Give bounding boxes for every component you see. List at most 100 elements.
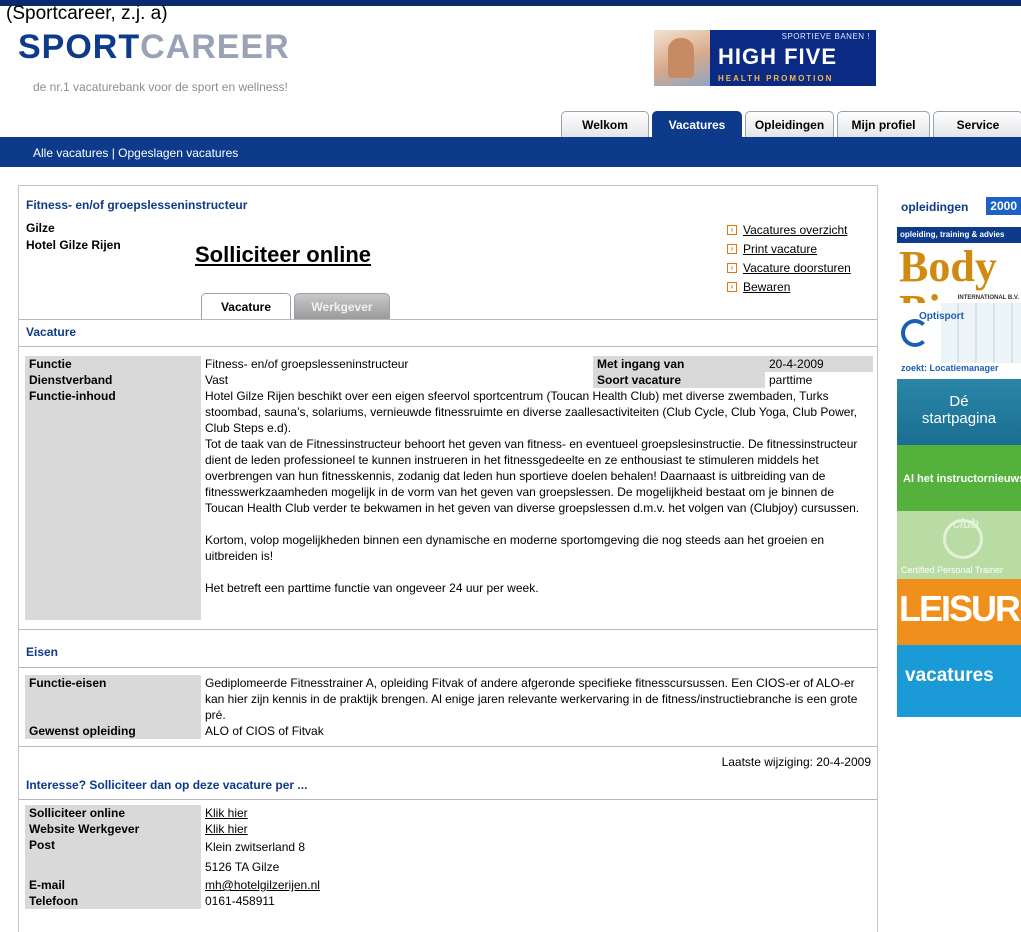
website-werkgever-link[interactable]: Klik hier [205,822,248,836]
value-dienstverband: Vast [205,373,229,387]
ad-label: Certified Personal Trainer [901,565,1004,575]
label-dienstverband: Dienstverband [25,372,201,388]
ad-body-biz[interactable]: Body Biz INTERNATIONAL B.V. [897,243,1021,303]
inhoud-paragraph-4: Het betreft een parttime functie van ong… [205,581,539,595]
inhoud-paragraph-2: Tot de taak van de Fitnessinstructeur be… [205,437,860,515]
banner-sub-text: HEALTH PROMOTION [718,74,834,83]
tab-welkom[interactable]: Welkom [561,111,649,137]
vacancy-place: Gilze [26,221,55,235]
label-functie: Functie [25,356,201,372]
ad-opleiding-training[interactable]: opleiding, training & advies [897,227,1021,243]
sub-navigation: Alle vacatures | Opgeslagen vacatures [0,137,1021,167]
tab-mijn-profiel[interactable]: Mijn profiel [837,111,930,137]
nav-opgeslagen-vacatures[interactable]: Opgeslagen vacatures [118,146,238,160]
subtab-vacature[interactable]: Vacature [201,293,291,319]
action-bewaren[interactable]: › Bewaren [727,277,851,296]
ad-certified-personal-trainer[interactable]: club Certified Personal Trainer [897,511,1021,579]
value-telefoon: 0161-458911 [205,894,275,908]
ad-label: Al het instructornieuws? [903,473,1021,485]
banner-top-text: SPORTIEVE BANEN ! [781,32,870,41]
solliciteer-online-link[interactable]: Klik hier [205,806,248,820]
table-row: Telefoon 0161-458911 [25,893,873,909]
logo-part-sport: SPORT [18,28,141,66]
logo-part-career: CAREER [140,28,290,66]
vacancy-subtabs: Vacature Werkgever [201,293,390,319]
person-figure-icon [668,38,694,78]
value-met-ingang: 20-4-2009 [765,356,873,372]
subtab-werkgever[interactable]: Werkgever [294,293,390,319]
ad-instructornieuws[interactable]: Al het instructornieuws? [897,445,1021,511]
citation-text: (Sportcareer, z.j. a) [6,3,168,24]
table-row: Functie-inhoud Hotel Gilze Rijen beschik… [25,388,873,620]
vacancy-actions: › Vacatures overzicht › Print vacature › Va… [727,220,851,296]
value-gewenst-opleiding: ALO of CIOS of Fitvak [205,724,324,738]
ad-opleidingen-2000[interactable]: opleidingen 2000 [897,185,1021,227]
table-row: Dienstverband Vast Soort vacature partti… [25,372,873,388]
apply-online-link[interactable]: Solliciteer online [195,242,371,268]
tab-vacatures[interactable]: Vacatures [652,111,742,137]
table-row: Functie-eisen Gediplomeerde Fitnesstrain… [25,675,873,723]
label-solliciteer-online: Solliciteer online [25,805,201,821]
last-modified: Laatste wijziging: 20-4-2009 [721,755,871,769]
nav-separator: | [108,146,119,160]
ad-line2: startpagina [921,410,997,427]
table-row: Post Klein zwitserland 8 5126 TA Gilze [25,837,873,877]
label-post: Post [25,837,201,877]
divider [19,346,877,347]
vacancy-content: Fitness- en/of groepslesseninstructeur G… [18,185,878,932]
table-row: Solliciteer online Klik hier [25,805,873,821]
label-telefoon: Telefoon [25,893,201,909]
high-five-banner[interactable]: SPORTIEVE BANEN ! HIGH FIVE HEALTH PROMO… [654,30,876,86]
inhoud-paragraph-1: Hotel Gilze Rijen beschikt over een eige… [205,389,858,435]
table-row: Website Werkgever Klik hier [25,821,873,837]
contact-table: Solliciteer online Klik hier Website Wer… [25,805,873,909]
arrow-right-icon: › [727,224,737,235]
nav-alle-vacatures[interactable]: Alle vacatures [33,146,108,160]
ad-startpagina[interactable]: Dé startpagina [897,379,1021,445]
ad-leisure[interactable]: LEISURE [897,579,1021,645]
section-vacature: Vacature [26,325,77,339]
divider [19,799,877,800]
action-label: Bewaren [743,279,791,294]
action-print-vacature[interactable]: › Print vacature [727,239,851,258]
banner-brand: SPORTIEVE BANEN ! HIGH FIVE HEALTH PROMO… [710,30,876,86]
post-address-line2: 5126 TA Gilze [205,860,280,874]
ad-club-text: club [953,515,979,531]
eisen-table: Functie-eisen Gediplomeerde Fitnesstrain… [25,675,873,739]
ad-label: opleidingen [901,200,969,214]
action-label: Vacatures overzicht [743,222,848,237]
value-functie: Fitness- en/of groepslesseninstructeur [205,357,409,371]
value-post: Klein zwitserland 8 5126 TA Gilze [201,837,873,877]
banner-photo [654,30,710,86]
tab-service[interactable]: Service [933,111,1021,137]
action-vacatures-overzicht[interactable]: › Vacatures overzicht [727,220,851,239]
inhoud-paragraph-3: Kortom, volop mogelijkheden binnen een d… [205,533,825,563]
vacature-table: Functie Fitness- en/of groepslesseninstr… [25,356,873,620]
divider [19,629,877,630]
value-soort-vacature: parttime [769,373,813,387]
ad-label: LEISURE [899,588,1021,629]
main-tabs: Welkom Vacatures Opleidingen Mijn profie… [561,111,1021,137]
site-tagline: de nr.1 vacaturebank voor de sport en we… [33,80,288,94]
ad-label: vacatures [905,665,994,686]
ad-number: 2000 [986,197,1021,215]
site-logo[interactable]: SPORTCAREER [18,30,290,64]
ad-vacatures[interactable]: vacatures [897,645,1021,717]
table-row: Functie Fitness- en/of groepslesseninstr… [25,356,873,372]
label-functie-eisen: Functie-eisen [25,675,201,723]
divider [19,319,877,320]
section-interesse: Interesse? Solliciteer dan op deze vacat… [26,778,308,792]
label-website-werkgever: Website Werkgever [25,821,201,837]
table-row: Gewenst opleiding ALO of CIOS of Fitvak [25,723,873,739]
ad-optisport[interactable]: Optisport zoekt: Locatiemanager [897,303,1021,379]
divider [19,667,877,668]
tab-opleidingen[interactable]: Opleidingen [745,111,834,137]
action-label: Vacature doorsturen [743,260,851,275]
arrow-right-icon: › [727,281,737,292]
ad-line1: Dé [949,393,969,410]
label-email: E-mail [25,877,201,893]
action-vacature-doorsturen[interactable]: › Vacature doorsturen [727,258,851,277]
email-link[interactable]: mh@hotelgilzerijen.nl [205,878,320,892]
optisport-logo-icon [901,319,929,347]
vacancy-company: Hotel Gilze Rijen [26,238,121,252]
